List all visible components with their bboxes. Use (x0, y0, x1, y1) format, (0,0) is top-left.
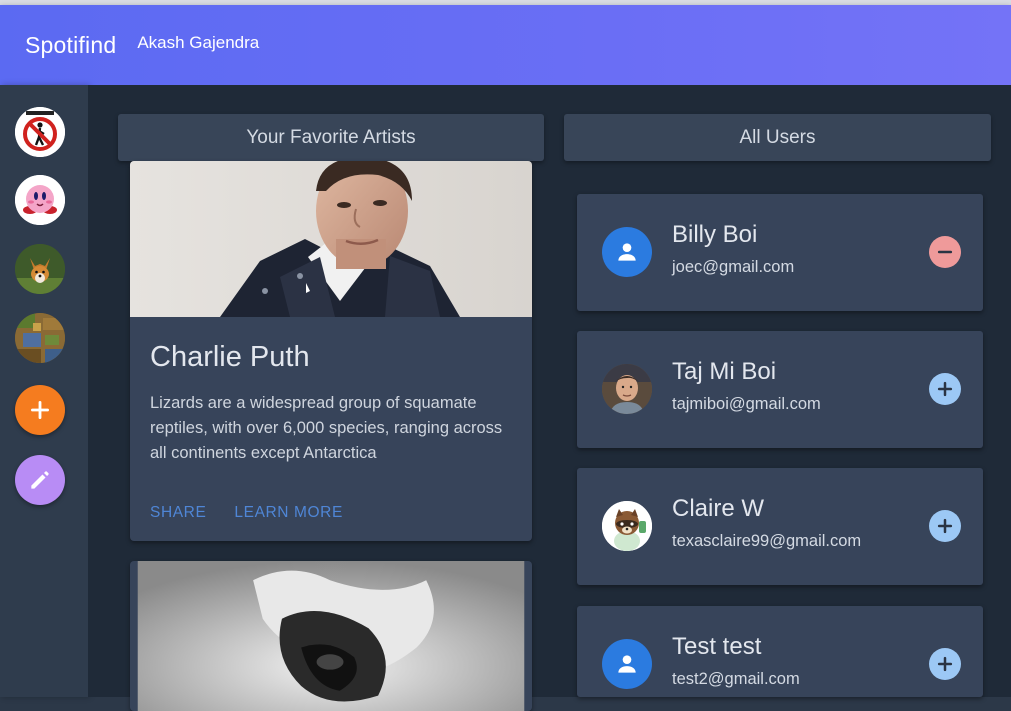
user-name: Claire W (672, 495, 765, 522)
sidebar (0, 85, 88, 697)
user-name: Taj Mi Boi (672, 358, 777, 385)
sidebar-avatar-pixel-map[interactable] (15, 313, 65, 363)
sidebar-avatar-no-hiking[interactable] (15, 107, 65, 157)
pixel-map-icon (15, 313, 65, 363)
share-button[interactable]: SHARE (150, 504, 206, 522)
minus-icon (937, 250, 953, 254)
pencil-icon (31, 471, 49, 489)
user-name: Test test (672, 633, 762, 660)
user-card: Billy Boi joec@gmail.com (577, 194, 983, 311)
artist-description: Lizards are a widespread group of squama… (150, 394, 503, 462)
sidebar-avatar-corgi[interactable] (15, 244, 65, 294)
corgi-icon (15, 244, 65, 294)
sidebar-avatar-kirby[interactable] (15, 175, 65, 225)
user-avatar (602, 639, 652, 689)
add-user-button[interactable] (929, 373, 961, 405)
plus-icon (937, 381, 953, 397)
no-hiking-sign-icon (15, 107, 65, 157)
current-user-name: Akash Gajendra (137, 33, 260, 52)
user-avatar (602, 227, 652, 277)
artist-name: Charlie Puth (150, 341, 310, 373)
plus-icon (31, 401, 49, 419)
user-card: Taj Mi Boi tajmiboi@gmail.com (577, 331, 983, 448)
add-button[interactable] (15, 385, 65, 435)
user-email: test2@gmail.com (672, 670, 800, 688)
add-user-button[interactable] (929, 648, 961, 680)
user-card: Claire W texasclaire99@gmail.com (577, 468, 983, 585)
all-users-header: All Users (564, 114, 991, 161)
user-name: Billy Boi (672, 221, 758, 248)
plus-icon (937, 518, 953, 534)
favorite-artists-header: Your Favorite Artists (118, 114, 544, 161)
main-content: Your Favorite Artists All Users Charlie … (88, 85, 1011, 711)
learn-more-button[interactable]: LEARN MORE (234, 504, 343, 522)
raccoon-character-icon (602, 501, 652, 551)
artist-card (130, 561, 532, 711)
artist-photo (130, 161, 532, 317)
kirby-icon (15, 175, 65, 225)
person-icon (618, 655, 636, 673)
artist-photo (137, 561, 525, 711)
user-email: tajmiboi@gmail.com (672, 395, 821, 413)
plus-icon (937, 656, 953, 672)
person-icon (618, 243, 636, 261)
user-email: joec@gmail.com (672, 258, 795, 276)
user-email: texasclaire99@gmail.com (672, 532, 862, 550)
app-title[interactable]: Spotifind (25, 32, 116, 59)
add-user-button[interactable] (929, 510, 961, 542)
user-avatar (602, 364, 652, 414)
artist-card: Charlie Puth Lizards are a widespread gr… (130, 161, 532, 541)
app-bar: Spotifind Akash Gajendra (0, 5, 1011, 85)
user-card: Test test test2@gmail.com (577, 606, 983, 697)
user-photo-icon (602, 364, 652, 414)
artist-actions: SHARE LEARN MORE (150, 504, 532, 522)
user-avatar (602, 501, 652, 551)
edit-button[interactable] (15, 455, 65, 505)
remove-user-button[interactable] (929, 236, 961, 268)
